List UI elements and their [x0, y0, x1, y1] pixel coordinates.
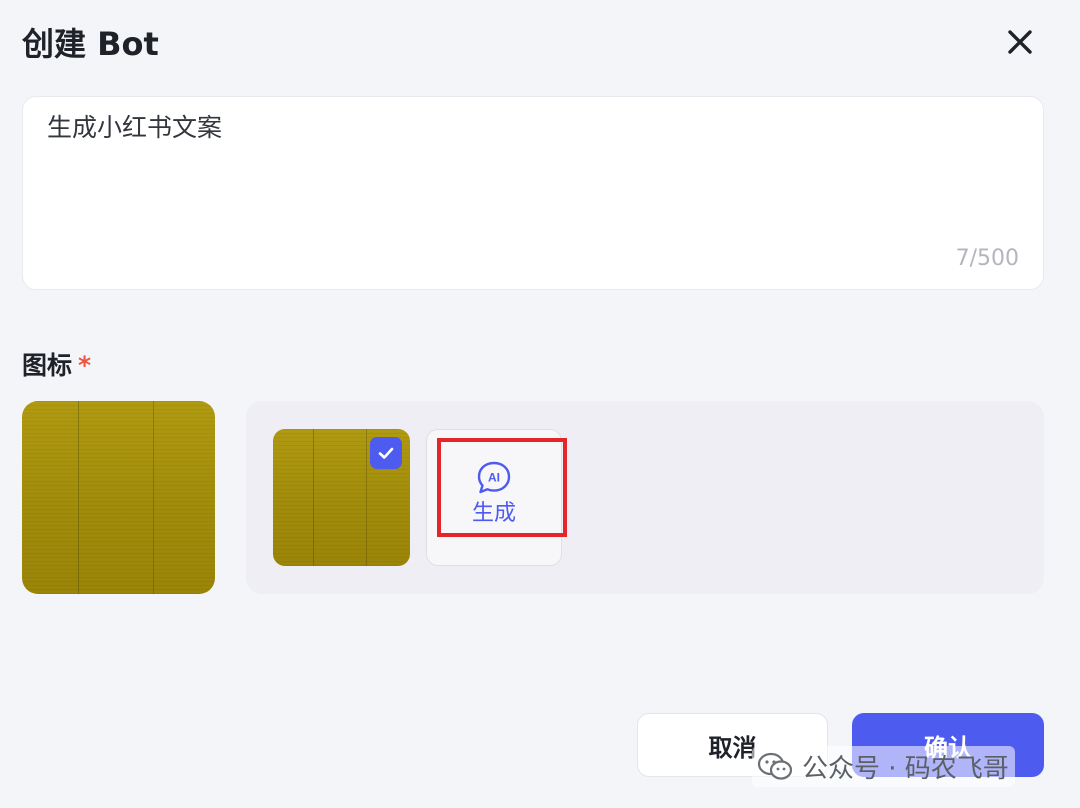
ai-chat-icon: AI — [477, 461, 511, 494]
create-bot-dialog: 创建 Bot 生成小红书文案 7/500 图标 * AI 生成 取消 公众号 ·… — [0, 0, 1080, 808]
close-button[interactable] — [1000, 22, 1040, 62]
description-text[interactable]: 生成小红书文案 — [47, 111, 1019, 145]
bot-icon-image — [22, 401, 215, 594]
char-counter: 7/500 — [955, 246, 1019, 271]
icon-options-panel: AI 生成 — [246, 401, 1044, 594]
watermark-text: 公众号 · 码农飞哥 — [802, 754, 1009, 784]
description-textarea[interactable]: 生成小红书文案 7/500 — [22, 96, 1044, 290]
ai-generate-label: 生成 — [471, 501, 516, 526]
selected-icon-preview — [22, 401, 215, 594]
wechat-watermark: 公众号 · 码农飞哥 — [752, 746, 1015, 787]
ai-icon-text: AI — [488, 471, 500, 485]
ai-generate-button[interactable]: AI 生成 — [426, 429, 562, 566]
icon-section-label: 图标 * — [22, 348, 91, 384]
required-mark: * — [78, 351, 92, 380]
checkmark-icon — [370, 437, 402, 469]
close-icon — [1008, 30, 1032, 54]
dialog-title: 创建 Bot — [22, 25, 159, 63]
wechat-icon — [757, 752, 793, 780]
icon-option-selected[interactable] — [273, 429, 410, 566]
icon-section-label-text: 图标 — [22, 351, 73, 380]
